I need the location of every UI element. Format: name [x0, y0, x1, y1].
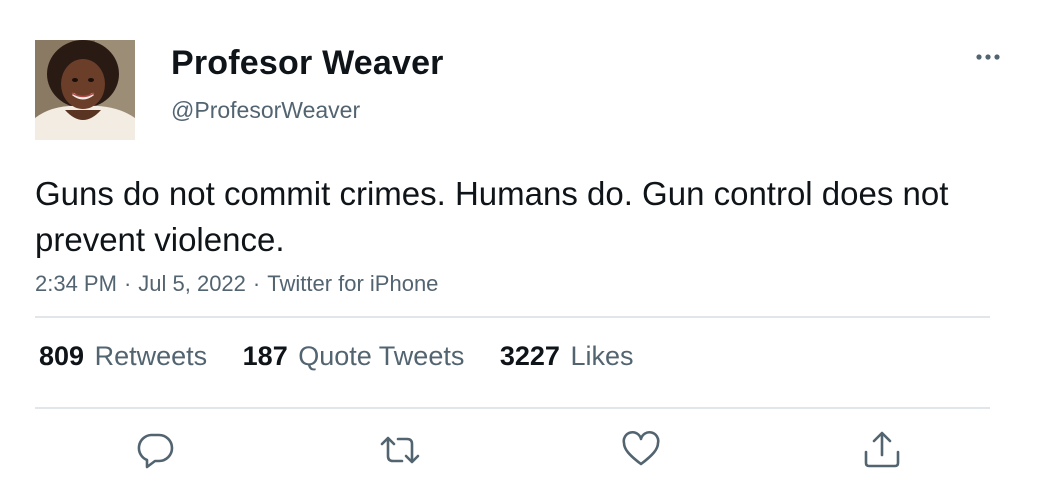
tweet-date[interactable]: Jul 5, 2022	[138, 271, 246, 296]
quote-tweets-count: 187	[242, 341, 288, 371]
divider	[35, 316, 990, 318]
tweet-text: Guns do not commit crimes. Humans do. Gu…	[35, 175, 949, 258]
retweets-count: 809	[39, 341, 85, 371]
meta-separator: ·	[123, 271, 132, 296]
retweet-icon	[380, 436, 420, 464]
avatar[interactable]	[35, 40, 135, 140]
reply-button[interactable]	[133, 428, 177, 472]
retweets-stat[interactable]: 809 Retweets	[39, 341, 207, 371]
tweet-stats: 809 Retweets 187 Quote Tweets 3227 Likes	[39, 341, 661, 372]
like-icon	[622, 430, 660, 466]
retweets-label: Retweets	[94, 341, 208, 371]
likes-count: 3227	[499, 341, 560, 371]
share-button[interactable]	[860, 428, 904, 472]
more-options-button[interactable]	[968, 42, 1008, 72]
like-button[interactable]	[619, 428, 663, 472]
tweet-source[interactable]: Twitter for iPhone	[267, 271, 438, 296]
tweet-time[interactable]: 2:34 PM	[35, 271, 117, 296]
quote-tweets-stat[interactable]: 187 Quote Tweets	[243, 341, 465, 371]
quote-tweets-label: Quote Tweets	[298, 341, 465, 371]
share-icon	[864, 431, 900, 468]
likes-stat[interactable]: 3227 Likes	[500, 341, 634, 371]
divider	[35, 407, 990, 409]
tweet-metadata: 2:34 PM · Jul 5, 2022 · Twitter for iPhone	[35, 271, 438, 297]
user-handle[interactable]: @ProfesorWeaver	[171, 97, 360, 124]
meta-separator: ·	[252, 271, 261, 296]
reply-icon	[137, 433, 174, 469]
more-icon	[976, 54, 1000, 60]
retweet-button[interactable]	[378, 428, 422, 472]
avatar-image	[35, 40, 135, 140]
display-name[interactable]: Profesor Weaver	[171, 44, 444, 83]
likes-label: Likes	[570, 341, 634, 371]
